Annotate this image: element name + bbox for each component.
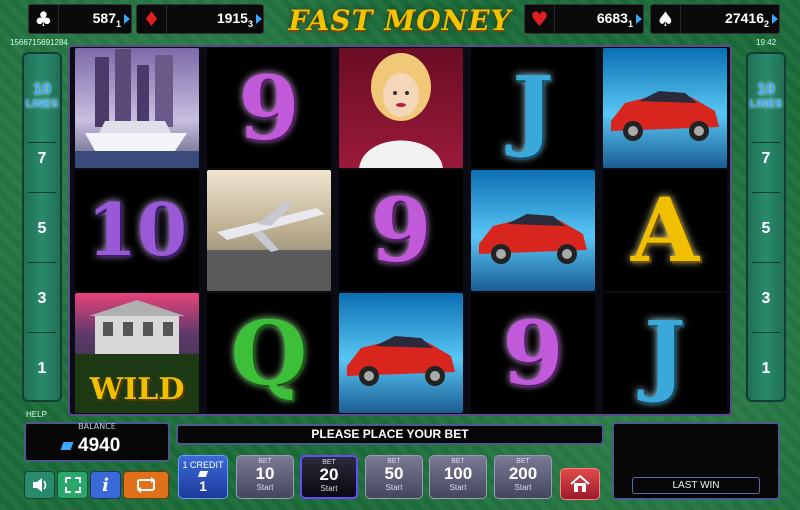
nine-symbol: 9 — [207, 48, 331, 169]
credit-button[interactable]: 1 CREDIT 1 — [178, 455, 228, 499]
autoplay-icon[interactable] — [123, 471, 169, 499]
line-number[interactable]: 3 — [748, 290, 784, 308]
reel-1: 10 WILD — [73, 47, 201, 414]
status-message: PLEASE PLACE YOUR BET — [176, 424, 604, 445]
line-number[interactable]: 1 — [748, 360, 784, 378]
gem-icon — [197, 471, 209, 477]
reel-3: 9 — [337, 47, 465, 414]
balance-value: 4940 — [78, 435, 121, 456]
bet-button-100[interactable]: BET 100 Start — [429, 455, 487, 499]
jack-symbol: J — [471, 48, 595, 169]
home-icon — [570, 475, 590, 492]
car-symbol — [603, 48, 727, 169]
help-label[interactable]: HELP — [26, 410, 47, 419]
reels-frame: 10 WILD 9 Q 9 J 9 A J — [68, 45, 732, 416]
reel-2: 9 Q — [205, 47, 333, 414]
gem-icon — [60, 442, 74, 450]
jackpot-value: 19153 — [216, 9, 253, 29]
bet-button-20[interactable]: BET 20 Start — [300, 455, 358, 499]
clock: 19:42 — [756, 38, 777, 47]
game-id: 1566715691284 — [10, 38, 68, 47]
bet-button-10[interactable]: BET 10 Start — [236, 455, 294, 499]
reel-4: J 9 — [469, 47, 597, 414]
car-symbol — [471, 170, 595, 291]
yacht-city-symbol — [75, 48, 199, 169]
line-number[interactable]: 3 — [24, 290, 60, 308]
car-symbol — [339, 292, 463, 413]
game-logo: FAST MONEY — [288, 3, 512, 37]
bet-button-200[interactable]: BET 200 Start — [494, 455, 552, 499]
fullscreen-icon[interactable] — [57, 471, 88, 499]
jackpot-value: 5871 — [92, 9, 121, 29]
hearts-icon: ♥ — [525, 5, 555, 33]
jet-symbol — [207, 170, 331, 291]
lines-indicator: 10 LINES — [749, 81, 783, 111]
jackpot-diamonds: ♦ 19153 — [136, 4, 264, 34]
jackpot-hearts: ♥ 66831 — [524, 4, 644, 34]
line-number[interactable]: 7 — [24, 150, 60, 168]
lines-panel-right: 10 LINES 7 5 3 1 — [746, 52, 786, 402]
wild-symbol: WILD — [75, 292, 199, 413]
balance-label: BALANCE — [78, 422, 116, 431]
queen-symbol: Q — [207, 292, 331, 413]
jackpot-spades: ♠ 274162 — [650, 4, 780, 34]
line-number[interactable]: 5 — [24, 220, 60, 238]
clubs-icon: ♣ — [29, 5, 59, 33]
line-number[interactable]: 1 — [24, 360, 60, 378]
lines-panel-left: 10 LINES 7 5 3 1 — [22, 52, 62, 402]
jackpot-clubs: ♣ 5871 — [28, 4, 132, 34]
sound-icon[interactable] — [24, 471, 55, 499]
lines-indicator: 10 LINES — [25, 81, 59, 111]
last-win-label: LAST WIN — [632, 477, 760, 494]
ten-symbol: 10 — [75, 170, 199, 291]
nine-symbol: 9 — [339, 170, 463, 291]
reel-5: A J — [601, 47, 729, 414]
ace-symbol: A — [603, 170, 727, 291]
diamonds-icon: ♦ — [137, 5, 167, 33]
woman-symbol — [339, 48, 463, 169]
line-number[interactable]: 7 — [748, 150, 784, 168]
home-button[interactable] — [560, 468, 600, 500]
bet-button-50[interactable]: BET 50 Start — [365, 455, 423, 499]
nine-symbol: 9 — [471, 292, 595, 413]
jackpot-value: 66831 — [596, 9, 633, 29]
spades-icon: ♠ — [651, 5, 681, 33]
line-number[interactable]: 5 — [748, 220, 784, 238]
info-icon[interactable]: i — [90, 471, 121, 499]
last-win-panel: LAST WIN — [612, 422, 780, 500]
jackpot-value: 274162 — [725, 9, 769, 29]
balance-box: BALANCE 4940 — [24, 422, 170, 462]
jack-symbol: J — [603, 292, 727, 413]
